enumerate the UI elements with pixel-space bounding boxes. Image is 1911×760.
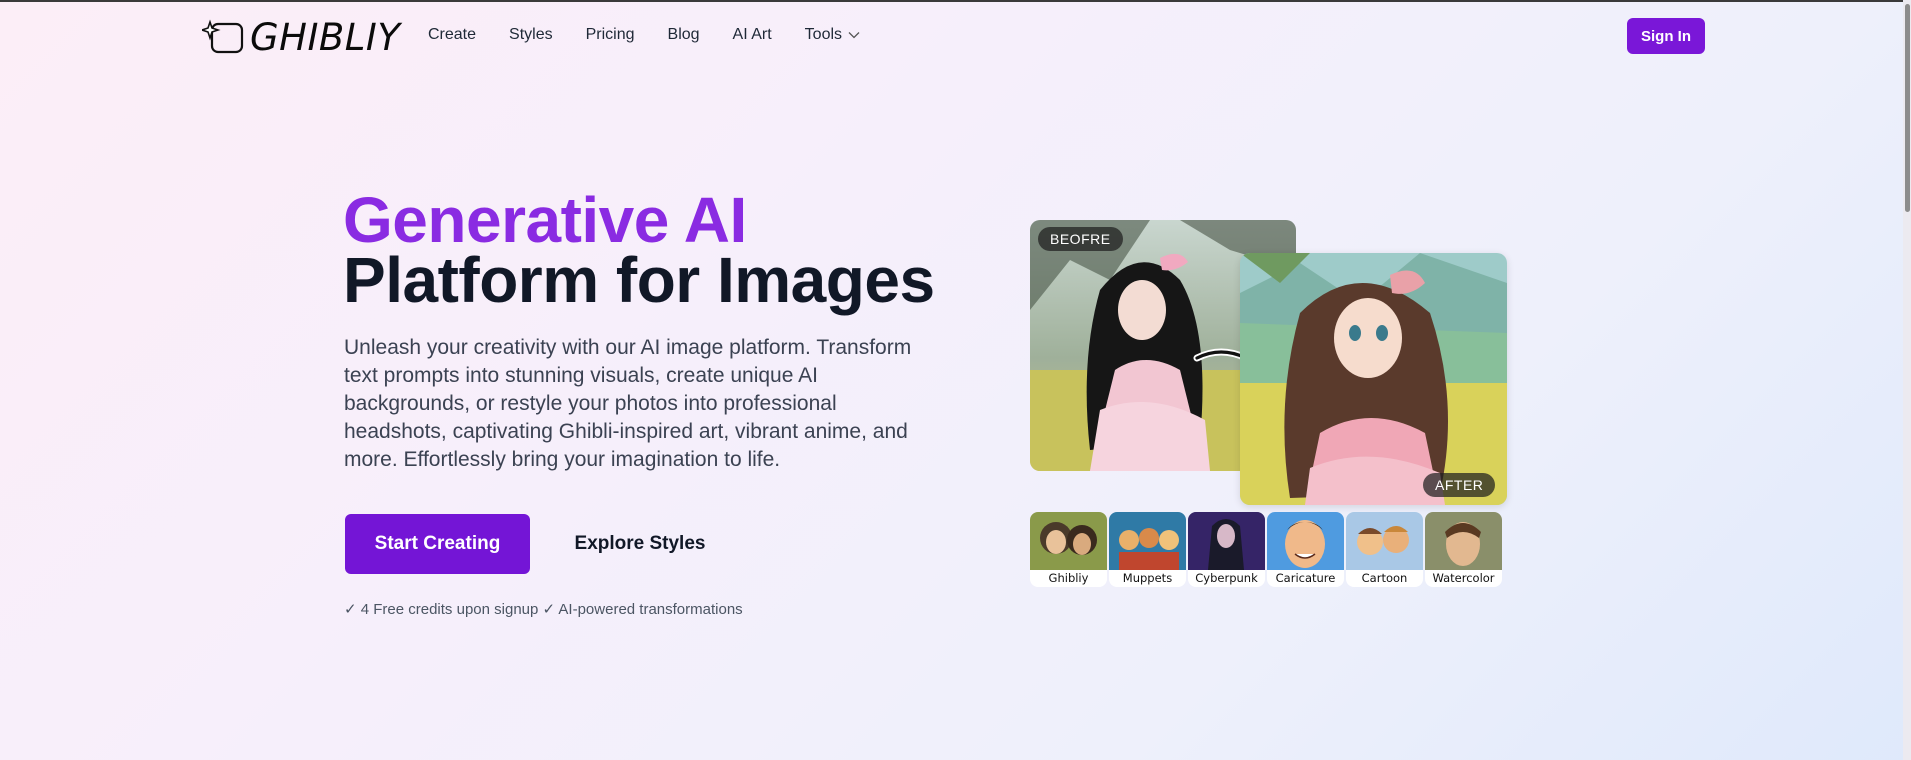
style-thumbnails: Ghibliy Muppets Cyberpunk Caricature Car… bbox=[1030, 512, 1502, 587]
nav-blog[interactable]: Blog bbox=[668, 26, 700, 44]
chevron-down-icon bbox=[848, 32, 860, 39]
nav-styles[interactable]: Styles bbox=[509, 26, 553, 44]
hero-title: Platform for Images bbox=[343, 244, 935, 316]
start-creating-button[interactable]: Start Creating bbox=[345, 514, 530, 574]
style-card-muppets[interactable]: Muppets bbox=[1109, 512, 1186, 587]
main-nav: Create Styles Pricing Blog AI Art Tools bbox=[428, 26, 893, 44]
scrollbar-thumb[interactable] bbox=[1905, 4, 1910, 212]
style-card-cyberpunk[interactable]: Cyberpunk bbox=[1188, 512, 1265, 587]
caricature-thumbnail bbox=[1267, 512, 1344, 570]
nav-ai-art[interactable]: AI Art bbox=[733, 26, 772, 44]
nav-tools-label: Tools bbox=[804, 26, 843, 43]
after-badge: AFTER bbox=[1423, 473, 1496, 497]
after-image bbox=[1240, 253, 1507, 505]
style-label-muppets: Muppets bbox=[1122, 571, 1173, 585]
nav-create[interactable]: Create bbox=[428, 26, 476, 44]
logo[interactable]: GHIBLIY bbox=[202, 15, 401, 59]
style-card-watercolor[interactable]: Watercolor bbox=[1425, 512, 1502, 587]
style-label-watercolor: Watercolor bbox=[1432, 571, 1495, 585]
before-badge: BEOFRE bbox=[1038, 227, 1123, 251]
style-card-caricature[interactable]: Caricature bbox=[1267, 512, 1344, 587]
watercolor-thumbnail bbox=[1425, 512, 1502, 570]
logo-icon bbox=[202, 19, 244, 54]
sign-in-button[interactable]: Sign In bbox=[1627, 18, 1705, 54]
style-card-cartoon[interactable]: Cartoon bbox=[1346, 512, 1423, 587]
hero-title-accent: Generative AI bbox=[343, 184, 747, 256]
style-label-ghibliy: Ghibliy bbox=[1048, 571, 1089, 585]
style-label-cartoon: Cartoon bbox=[1361, 571, 1408, 585]
muppets-thumbnail bbox=[1109, 512, 1186, 570]
style-card-ghibliy[interactable]: Ghibliy bbox=[1030, 512, 1107, 587]
signup-perks: ✓ 4 Free credits upon signup ✓ AI-powere… bbox=[344, 601, 743, 618]
nav-pricing[interactable]: Pricing bbox=[586, 26, 635, 44]
cyberpunk-thumbnail bbox=[1188, 512, 1265, 570]
ghibliy-thumbnail bbox=[1030, 512, 1107, 570]
style-label-cyberpunk: Cyberpunk bbox=[1195, 571, 1258, 585]
explore-styles-button[interactable]: Explore Styles bbox=[555, 514, 725, 574]
cartoon-thumbnail bbox=[1346, 512, 1423, 570]
nav-tools[interactable]: Tools bbox=[805, 26, 860, 44]
logo-text: GHIBLIY bbox=[250, 15, 401, 59]
site-header: GHIBLIY Create Styles Pricing Blog AI Ar… bbox=[0, 2, 1895, 70]
hero-description: Unleash your creativity with our AI imag… bbox=[344, 336, 912, 471]
style-label-caricature: Caricature bbox=[1275, 571, 1336, 585]
